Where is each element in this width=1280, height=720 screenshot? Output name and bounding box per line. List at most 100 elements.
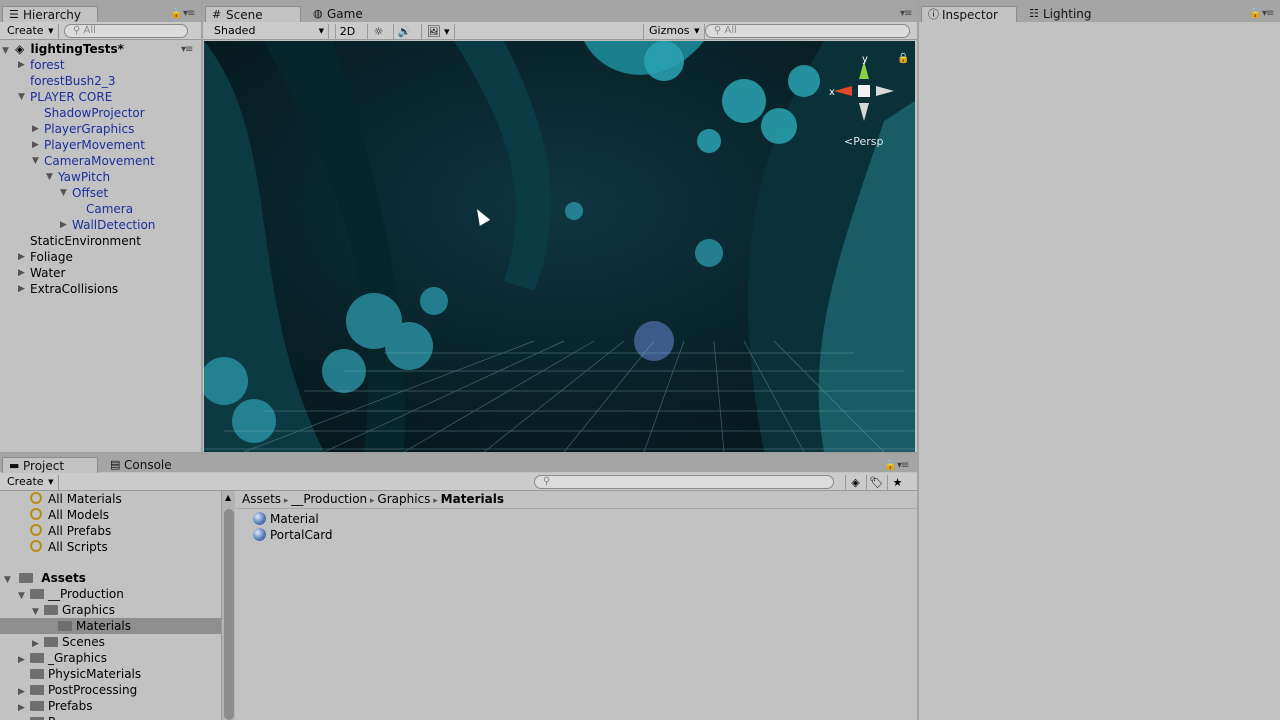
asset-folder-item[interactable]: ▶ PostProcessing <box>18 682 137 698</box>
search-placeholder: All <box>83 25 96 36</box>
chevron-down-icon: ▼ <box>48 478 54 486</box>
folder-icon <box>30 653 44 663</box>
collapse-arrow-icon[interactable]: ▼ <box>18 89 28 105</box>
hierarchy-item[interactable]: StaticEnvironment <box>18 233 141 249</box>
hierarchy-search-input[interactable]: ⚲ All <box>64 24 188 38</box>
panel-menu-icon[interactable]: ▾≡ <box>897 460 909 471</box>
project-tree-scrollbar[interactable]: ▲ <box>221 491 235 720</box>
expand-arrow-icon[interactable]: ▶ <box>18 57 28 73</box>
favorite-search-item[interactable]: All Materials <box>30 491 122 507</box>
expand-arrow-icon[interactable]: ▶ <box>18 249 28 265</box>
hierarchy-item[interactable]: ▼ YawPitch <box>46 169 110 185</box>
favorite-star-icon[interactable]: ★ <box>887 475 907 490</box>
search-icon <box>30 508 42 520</box>
scene-root-row[interactable]: ▼ ◈ lightingTests* <box>2 41 124 57</box>
asset-folder-item[interactable]: ▶ Prefabs <box>18 698 93 714</box>
shading-mode-dropdown[interactable]: Shaded ▼ <box>209 24 329 39</box>
expand-arrow-icon[interactable]: ▶ <box>18 265 28 281</box>
expand-arrow-icon[interactable]: ▶ <box>32 121 42 137</box>
asset-folder-item[interactable]: ▶ _Graphics <box>18 650 107 666</box>
toggle-2d-button[interactable]: 2D <box>335 24 359 39</box>
gizmos-dropdown[interactable]: Gizmos ▼ <box>643 24 705 39</box>
expand-arrow-icon[interactable]: ▼ <box>2 46 9 56</box>
lock-icon[interactable]: 🔒 <box>884 460 896 471</box>
hierarchy-item[interactable]: ▶ PlayerGraphics <box>32 121 134 137</box>
scene-search-input[interactable]: ⚲ All <box>705 24 910 38</box>
hierarchy-item[interactable]: ▶ Foliage <box>18 249 73 265</box>
asset-folder-item[interactable]: ▶ Scenes <box>32 634 105 650</box>
create-dropdown[interactable]: Create ▼ <box>2 24 59 39</box>
tab-scene[interactable]: # Scene <box>205 6 301 22</box>
tab-game[interactable]: ◍ Game <box>307 6 377 22</box>
expand-arrow-icon[interactable]: ▶ <box>60 217 70 233</box>
breadcrumb-item[interactable]: __Production <box>291 492 367 506</box>
panel-menu-icon[interactable]: ▾≡ <box>1262 8 1274 19</box>
asset-folder-item[interactable]: Materials <box>0 618 221 634</box>
tab-console[interactable]: ▤ Console <box>104 457 184 473</box>
favorite-label: All Prefabs <box>48 524 112 538</box>
hierarchy-item[interactable]: ▼ CameraMovement <box>32 153 155 169</box>
create-dropdown[interactable]: Create ▼ <box>2 475 59 490</box>
hierarchy-item[interactable]: ▶ Water <box>18 265 65 281</box>
hierarchy-item[interactable]: ShadowProjector <box>32 105 145 121</box>
filter-by-label-icon[interactable]: 🏷 <box>866 475 886 490</box>
project-search-input[interactable]: ⚲ <box>534 475 834 489</box>
scrollbar-thumb[interactable] <box>224 509 234 720</box>
collapse-arrow-icon[interactable]: ▼ <box>18 588 30 604</box>
tab-lighting[interactable]: ☷ Lighting <box>1023 6 1113 22</box>
tab-inspector[interactable]: ⓘ Inspector <box>921 6 1017 22</box>
search-icon <box>30 492 42 504</box>
hierarchy-item[interactable]: ▶ PlayerMovement <box>32 137 145 153</box>
asset-folder-item[interactable]: ▼ Graphics <box>32 602 115 618</box>
breadcrumb-item[interactable]: Assets <box>242 492 281 506</box>
hierarchy-item[interactable]: ▶ WallDetection <box>60 217 155 233</box>
lock-icon[interactable]: 🔒 <box>1249 8 1261 19</box>
gizmo-lock-icon[interactable]: 🔒 <box>897 52 909 64</box>
gizmos-label: Gizmos <box>649 24 690 37</box>
hierarchy-item-label: StaticEnvironment <box>30 234 141 248</box>
assets-root-row[interactable]: ▼ Assets <box>4 570 86 586</box>
hierarchy-item[interactable]: Camera <box>74 201 133 217</box>
favorite-label: All Scripts <box>48 540 108 554</box>
expand-arrow-icon[interactable]: ▶ <box>18 281 28 297</box>
hierarchy-item-label: ShadowProjector <box>44 106 145 120</box>
favorite-search-item[interactable]: All Scripts <box>30 539 108 555</box>
favorite-search-item[interactable]: All Models <box>30 507 109 523</box>
expand-arrow-icon[interactable]: ▼ <box>4 575 11 585</box>
asset-folder-label: Prefabs <box>48 699 93 713</box>
hierarchy-item[interactable]: forestBush2_3 <box>18 73 116 89</box>
tab-project[interactable]: ▬ Project <box>2 457 98 473</box>
hierarchy-item[interactable]: ▼ PLAYER CORE <box>18 89 112 105</box>
panel-menu-icon[interactable]: ▾≡ <box>900 8 912 19</box>
asset-folder-label: Materials <box>76 619 132 633</box>
tab-hierarchy[interactable]: ☰ Hierarchy <box>2 6 98 22</box>
collapse-arrow-icon[interactable]: ▼ <box>32 153 42 169</box>
filter-by-type-icon[interactable]: ◈ <box>845 475 865 490</box>
collapse-arrow-icon[interactable]: ▼ <box>60 185 70 201</box>
scene-viewport[interactable]: y x 🔒 <Persp <box>204 41 915 452</box>
asset-file-item[interactable]: PortalCard <box>253 526 333 542</box>
lighting-toggle-icon[interactable]: ☼ <box>367 24 389 39</box>
hierarchy-item[interactable]: ▶ forest <box>18 57 65 73</box>
breadcrumb-item[interactable]: Graphics <box>377 492 430 506</box>
audio-toggle-icon[interactable]: 🔊 <box>393 24 415 39</box>
collapse-arrow-icon[interactable]: ▼ <box>46 169 56 185</box>
asset-folder-item[interactable]: PhysicMaterials <box>18 666 141 682</box>
gizmo-axis-x: x <box>829 87 835 98</box>
expand-arrow-icon[interactable]: ▶ <box>32 137 42 153</box>
create-label: Create <box>7 24 44 37</box>
lock-icon[interactable]: 🔒 <box>170 8 182 19</box>
scene-menu-icon[interactable]: ▾≡ <box>181 44 193 55</box>
hierarchy-item-label: CameraMovement <box>44 154 155 168</box>
favorite-search-item[interactable]: All Prefabs <box>30 523 111 539</box>
asset-file-item[interactable]: Material <box>253 510 319 526</box>
panel-menu-icon[interactable]: ▾≡ <box>183 8 195 19</box>
persp-label[interactable]: <Persp <box>844 135 883 148</box>
scroll-up-arrow-icon[interactable]: ▲ <box>225 493 231 502</box>
hierarchy-item[interactable]: ▼ Offset <box>60 185 108 201</box>
asset-folder-item[interactable]: ▼ __Production <box>18 586 124 602</box>
effects-toggle-icon[interactable]: 🖼 ▾ <box>421 24 455 39</box>
breadcrumb-item[interactable]: Materials <box>441 492 504 506</box>
asset-folder-item[interactable]: R... <box>18 714 67 720</box>
hierarchy-item[interactable]: ▶ ExtraCollisions <box>18 281 118 297</box>
